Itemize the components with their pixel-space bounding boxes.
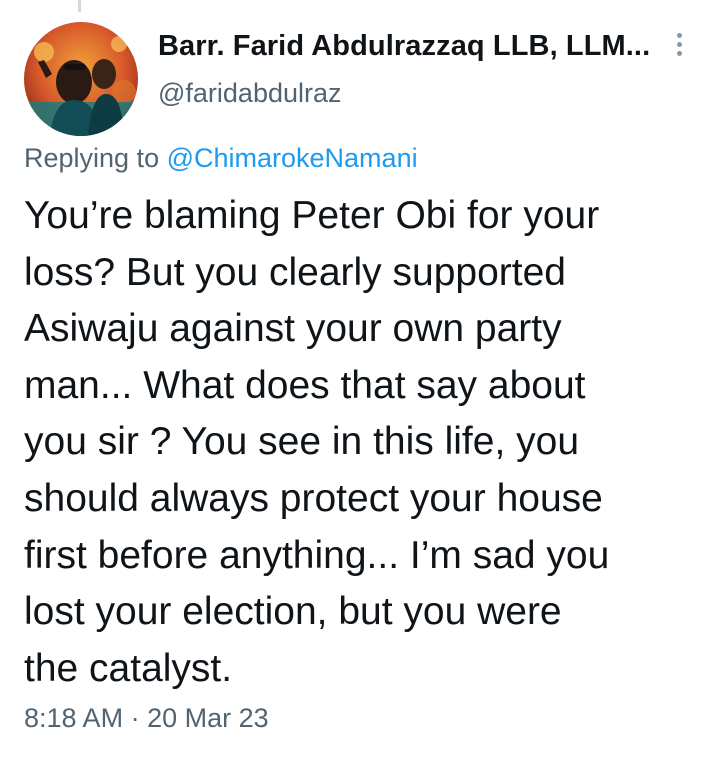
- avatar[interactable]: [24, 22, 138, 136]
- vertical-dots-icon: [664, 33, 694, 56]
- timestamp-separator: ·: [123, 703, 148, 733]
- tweet-text-line: should always protect your house: [24, 476, 603, 520]
- tweet-time: 8:18 AM: [24, 703, 124, 733]
- avatar-image: [24, 22, 138, 136]
- tweet-text-line: first before anything... I’m sad you: [24, 533, 610, 577]
- more-options-button[interactable]: [664, 30, 694, 66]
- replying-to-mention-link[interactable]: @ChimarokeNamani: [167, 143, 418, 173]
- tweet-text-line: You’re blaming Peter Obi for your: [24, 194, 600, 237]
- tweet-text-line: lost your election, but you were: [24, 590, 562, 634]
- tweet-text-line: Asiwaju against your own party: [24, 307, 562, 351]
- author-display-name[interactable]: Barr. Farid Abdulrazzaq LLB, LLM...: [158, 30, 650, 63]
- tweet-text-line: you sir ? You see in this life, you: [24, 420, 580, 464]
- tweet-text-line: man... What does that say about: [24, 363, 586, 407]
- thread-connector-line: [78, 0, 81, 12]
- tweet-date: 20 Mar 23: [147, 703, 269, 733]
- replying-to-line: Replying to @ChimarokeNamani: [24, 143, 418, 174]
- tweet-text: You’re blaming Peter Obi for your loss? …: [24, 188, 708, 697]
- tweet-timestamp[interactable]: 8:18 AM · 20 Mar 23: [24, 703, 269, 734]
- replying-to-label: Replying to: [24, 143, 167, 173]
- author-handle[interactable]: @faridabdulraz: [158, 78, 342, 109]
- tweet-text-line: loss? But you clearly supported: [24, 250, 566, 294]
- tweet-text-line: the catalyst.: [24, 646, 233, 690]
